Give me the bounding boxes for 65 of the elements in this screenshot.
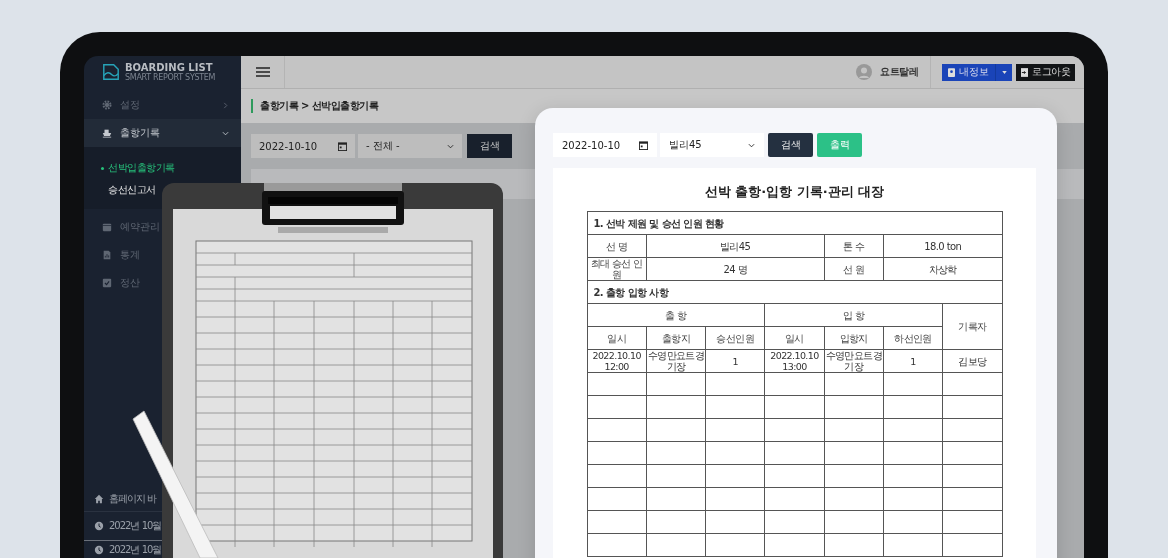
search-button[interactable]: 검색: [768, 133, 813, 157]
clock-icon: [94, 545, 104, 555]
home-icon: [94, 494, 104, 504]
table-cell: 선 원: [824, 257, 884, 281]
menu-item[interactable]: 출항기록: [84, 119, 241, 147]
menu-icon[interactable]: [256, 67, 270, 77]
calendar-icon: [338, 141, 347, 151]
column-header: 일시: [587, 326, 647, 350]
logo-icon: [102, 63, 120, 81]
logo-title: BOARDING LIST: [125, 62, 214, 73]
logout-button[interactable]: 로그아웃: [1016, 63, 1075, 81]
table-cell: 1: [883, 349, 943, 373]
footer-text: 2022년 10월: [109, 543, 162, 557]
checkbox-icon: [102, 278, 112, 288]
table-cell: 최대 승선 인원: [587, 257, 647, 281]
document-title: 선박 출항·입항 기록·관리 대장: [703, 183, 886, 201]
ship-icon: [102, 128, 112, 138]
column-header: 승선인원: [705, 326, 765, 350]
logout-icon: [1021, 67, 1028, 77]
column-header: 일시: [764, 326, 825, 350]
breadcrumb: 출항기록 > 선박입출항기록: [251, 99, 379, 113]
date-field[interactable]: 2022-10-10: [553, 133, 657, 157]
chart-icon: [102, 250, 112, 260]
search-button[interactable]: 검색: [467, 134, 512, 158]
column-header: 출 항: [587, 303, 765, 327]
chevron-icon: [222, 101, 229, 109]
avatar-icon: [856, 64, 872, 80]
table-cell: 빌리45: [646, 234, 825, 258]
column-header: 기록자: [942, 303, 1002, 350]
date-field[interactable]: 2022-10-10: [251, 134, 355, 158]
footer-text: 홈페이지 바: [109, 492, 157, 506]
table-cell: 2022.10.10 13:00: [764, 349, 825, 373]
logo-subtitle: SMART REPORT SYSTEM: [125, 73, 216, 82]
table-cell: 2022.10.10 12:00: [587, 349, 647, 373]
dropdown-button[interactable]: [996, 63, 1012, 81]
clock-icon: [94, 521, 104, 531]
profile-icon: [948, 67, 955, 77]
section-title: 2. 출항 입항 사항: [587, 280, 1002, 304]
table-cell: 수영만요트경기장: [824, 349, 884, 373]
table-cell: 1: [705, 349, 765, 373]
table-cell: 수영만요트경기장: [646, 349, 706, 373]
table-cell: 18.0 ton: [883, 234, 1002, 258]
column-header: 출항지: [646, 326, 706, 350]
calendar-icon: [102, 222, 112, 232]
table-cell: 김보당: [942, 349, 1002, 373]
submenu-item[interactable]: 선박입출항기록: [84, 161, 205, 175]
settings-icon: [102, 100, 112, 110]
table-cell: 선 명: [587, 234, 647, 258]
section-title: 1. 선박 제원 및 승선 인원 현황: [587, 211, 1002, 235]
vessel-select[interactable]: 빌리45: [660, 133, 764, 157]
user-name: 요트탈레: [880, 65, 918, 79]
calendar-icon: [639, 140, 648, 150]
table-cell: 차상학: [883, 257, 1002, 281]
chevron-icon: [222, 129, 229, 137]
submenu-item[interactable]: 승선신고서: [84, 183, 156, 197]
table-cell: 24 명: [646, 257, 825, 281]
column-header: 입 항: [764, 303, 943, 327]
footer-text: 2022년 10월: [109, 519, 162, 533]
my-info-button[interactable]: 내정보: [942, 63, 996, 81]
column-header: 입항지: [824, 326, 884, 350]
chevron-icon: [447, 143, 454, 149]
table-cell: 톤 수: [824, 234, 884, 258]
filter-select[interactable]: - 전체 -: [358, 134, 462, 158]
caret-icon: [1001, 70, 1007, 74]
chevron-icon: [748, 142, 755, 148]
